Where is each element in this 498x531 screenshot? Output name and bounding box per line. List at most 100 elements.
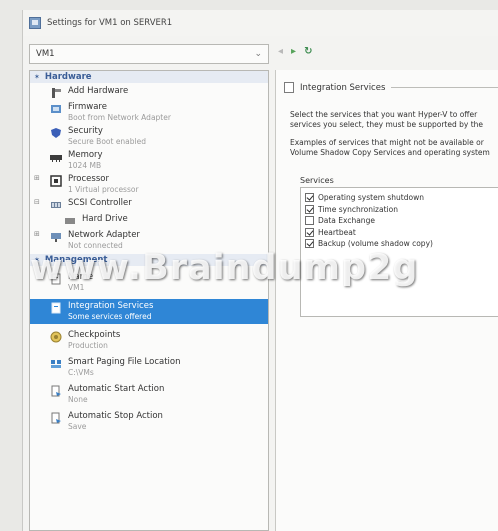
automatic-stop-icon xyxy=(51,412,61,424)
refresh-icon[interactable]: ↻ xyxy=(304,46,312,57)
forward-arrow-icon[interactable]: ▸ xyxy=(291,46,296,57)
expand-icon[interactable]: ⊞ xyxy=(34,174,40,182)
name-icon xyxy=(51,273,61,285)
service-name: Operating system shutdown xyxy=(318,193,424,202)
tree-item-detail: C:\VMs xyxy=(68,368,94,377)
checkpoints-icon xyxy=(50,331,62,343)
add-hardware-icon xyxy=(52,88,61,98)
processor-icon xyxy=(50,175,62,187)
service-item-heartbeat[interactable]: Heartbeat xyxy=(305,227,498,238)
tree-item-detail: Save xyxy=(68,422,87,431)
network-adapter-icon xyxy=(51,233,61,242)
hard-drive-icon xyxy=(65,218,75,224)
tree-item-scsi-controller[interactable]: ⊟ SCSI Controller xyxy=(30,198,268,211)
scsi-controller-icon xyxy=(51,202,61,208)
tree-item-label: Hard Drive xyxy=(82,214,128,224)
tree-item-checkpoints[interactable]: Checkpoints Production xyxy=(30,330,268,351)
tree-item-detail: Secure Boot enabled xyxy=(68,137,146,146)
tree-item-label: Automatic Start Action xyxy=(68,384,165,394)
tree-item-hard-drive[interactable]: Hard Drive xyxy=(30,214,268,227)
back-arrow-icon[interactable]: ◂ xyxy=(278,46,283,57)
group-title: Integration Services xyxy=(300,82,386,93)
settings-tree: ✶ Hardware Add Hardware Firmware Boot fr… xyxy=(29,70,269,531)
navigation-buttons: ◂ ▸ ↻ xyxy=(278,46,312,57)
service-item-os-shutdown[interactable]: Operating system shutdown xyxy=(305,192,498,203)
tree-item-label: Smart Paging File Location xyxy=(68,357,181,367)
service-name: Backup (volume shadow copy) xyxy=(318,239,433,248)
service-checkbox[interactable] xyxy=(305,227,314,237)
tree-item-automatic-start[interactable]: Automatic Start Action None xyxy=(30,384,268,405)
tree-item-detail: Production xyxy=(68,341,108,350)
management-section-header[interactable]: ✶ Management xyxy=(30,254,268,266)
services-label: Services xyxy=(300,176,334,185)
tree-item-security[interactable]: Security Secure Boot enabled xyxy=(30,126,268,147)
service-item-backup[interactable]: Backup (volume shadow copy) xyxy=(305,238,498,249)
document-icon xyxy=(284,82,294,93)
tree-item-label: Memory xyxy=(68,150,103,160)
tree-item-detail: Boot from Network Adapter xyxy=(68,113,171,122)
shield-icon xyxy=(51,128,61,138)
tree-item-label: Automatic Stop Action xyxy=(68,411,163,421)
tree-item-label: Add Hardware xyxy=(68,86,129,96)
tree-item-label: Name xyxy=(68,272,94,282)
hardware-section-label: Hardware xyxy=(44,72,92,82)
title-bar: Settings for VM1 on SERVER1 xyxy=(23,10,498,36)
tree-item-detail: VM1 xyxy=(68,283,85,292)
service-item-time-sync[interactable]: Time synchronization xyxy=(305,204,498,215)
services-list: Operating system shutdown Time synchroni… xyxy=(300,187,498,317)
collapse-icon[interactable]: ⊟ xyxy=(34,198,40,206)
tree-item-integration-services[interactable]: Integration Services Some services offer… xyxy=(30,299,268,324)
service-checkbox[interactable] xyxy=(305,204,314,214)
service-checkbox[interactable] xyxy=(305,216,314,225)
tree-item-add-hardware[interactable]: Add Hardware xyxy=(30,86,268,99)
tree-item-network-adapter[interactable]: ⊞ Network Adapter Not connected xyxy=(30,230,268,251)
tree-item-memory[interactable]: Memory 1024 MB xyxy=(30,150,268,171)
service-item-data-exchange[interactable]: Data Exchange xyxy=(305,215,498,226)
expand-icon[interactable]: ⊞ xyxy=(34,230,40,238)
tree-item-label: Network Adapter xyxy=(68,230,140,240)
tree-item-detail: Not connected xyxy=(68,241,123,250)
collapse-icon: ✶ xyxy=(34,256,40,264)
tree-item-detail: 1024 MB xyxy=(68,161,102,170)
hardware-section-header[interactable]: ✶ Hardware xyxy=(30,71,268,83)
tree-item-label: Checkpoints xyxy=(68,330,121,340)
tree-item-detail: None xyxy=(68,395,88,404)
service-checkbox[interactable] xyxy=(305,193,314,202)
tree-item-detail: Some services offered xyxy=(68,312,152,321)
integration-services-pane: Integration Services Select the services… xyxy=(275,70,498,531)
tree-item-detail: 1 Virtual processor xyxy=(68,185,139,194)
tree-item-automatic-stop[interactable]: Automatic Stop Action Save xyxy=(30,411,268,432)
vm-selector-value: VM1 xyxy=(36,49,55,59)
tree-item-firmware[interactable]: Firmware Boot from Network Adapter xyxy=(30,102,268,123)
vm-selector-dropdown[interactable]: VM1 ⌄ xyxy=(29,44,269,64)
tree-item-label: Integration Services xyxy=(68,301,154,311)
service-name: Time synchronization xyxy=(318,204,398,214)
collapse-icon: ✶ xyxy=(34,73,40,81)
tree-item-name[interactable]: Name VM1 xyxy=(30,272,268,293)
tree-item-smart-paging[interactable]: Smart Paging File Location C:\VMs xyxy=(30,357,268,378)
service-name: Heartbeat xyxy=(318,227,356,237)
tree-item-label: Security xyxy=(68,126,103,136)
description-line-1: Select the services that you want Hyper-… xyxy=(290,110,478,119)
integration-services-icon xyxy=(51,302,61,314)
service-name: Data Exchange xyxy=(318,216,375,225)
group-header: Integration Services xyxy=(284,82,498,93)
description-line-2: services you select, they must be suppor… xyxy=(290,120,484,129)
tree-item-label: Firmware xyxy=(68,102,107,112)
tree-item-label: Processor xyxy=(68,174,109,184)
window-title: Settings for VM1 on SERVER1 xyxy=(47,18,173,28)
firmware-icon xyxy=(51,105,61,113)
management-section-label: Management xyxy=(44,255,108,265)
tree-item-processor[interactable]: ⊞ Processor 1 Virtual processor xyxy=(30,174,268,195)
group-divider xyxy=(391,87,498,88)
description-line-3: Examples of services that might not be a… xyxy=(290,138,484,147)
settings-app-icon xyxy=(29,17,41,29)
description-line-4: Volume Shadow Copy Services and operatin… xyxy=(290,148,490,157)
automatic-start-icon xyxy=(51,385,61,397)
tree-item-label: SCSI Controller xyxy=(68,198,132,208)
service-checkbox[interactable] xyxy=(305,239,314,248)
memory-icon xyxy=(50,155,62,162)
chevron-down-icon: ⌄ xyxy=(254,49,262,59)
settings-window: Settings for VM1 on SERVER1 VM1 ⌄ ◂ ▸ ↻ … xyxy=(22,10,498,531)
smart-paging-icon xyxy=(51,360,61,368)
